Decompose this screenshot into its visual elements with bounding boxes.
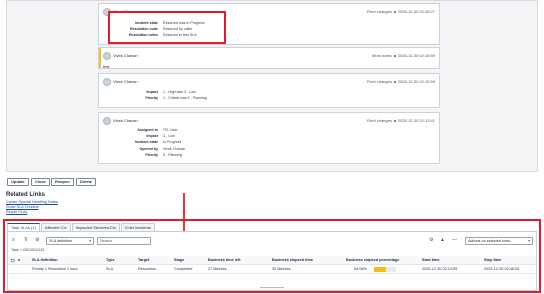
cell-sla-definition[interactable]: Priority 1 Resolution 1 hour <box>32 267 78 271</box>
horizontal-scrollbar[interactable] <box>260 287 284 288</box>
cell-time-left: 27 Minutes <box>208 267 227 271</box>
cell-stage: Completed <box>174 267 193 271</box>
filter-icon[interactable]: ⊽ <box>24 238 28 243</box>
column-header[interactable]: Business time left <box>208 258 241 262</box>
cell-elapsed-time: 32 Minutes <box>272 267 291 271</box>
related-list-tabs: Task SLAs (1) Affected CIs Impacted Serv… <box>7 223 156 231</box>
cell-target: Resolution <box>138 267 156 271</box>
collapse-icon[interactable]: — <box>452 238 457 243</box>
search-field-select[interactable]: SLA definition ▾ <box>46 237 94 245</box>
list-toolbar: ≡ ⊽ ⚙ SLA definition ▾ Search ⚙ ▲ — Actio… <box>8 235 536 246</box>
settings-icon[interactable]: ⚙ <box>35 238 39 243</box>
elapsed-progress-fill <box>374 267 386 272</box>
actions-select[interactable]: Actions on selected rows... ▾ <box>465 237 533 245</box>
select-all-checkbox[interactable]: ☐ <box>11 258 14 263</box>
elapsed-progress-bar <box>374 267 396 272</box>
chevron-down-icon: ▾ <box>89 239 91 243</box>
column-header[interactable]: Business elapsed time <box>272 258 313 262</box>
task-sla-table: ☐ ⌕ SLA definition Type Target Stage Bus… <box>8 256 536 274</box>
chevron-down-icon: ▾ <box>528 239 530 243</box>
column-header[interactable]: Type <box>106 258 115 262</box>
cell-start-time: 2025-12-30 02:13:59 <box>422 267 458 271</box>
column-header[interactable]: SLA definition <box>32 258 58 262</box>
table-header: ☐ ⌕ SLA definition Type Target Stage Bus… <box>8 256 536 265</box>
cell-elapsed-percentage: 54.08% <box>354 267 367 271</box>
chart-icon[interactable]: ▲ <box>440 238 445 243</box>
tab-child-incidents[interactable]: Child Incidents <box>120 223 155 231</box>
search-icon[interactable]: ⌕ <box>18 258 20 262</box>
column-header[interactable]: Stage <box>174 258 184 262</box>
search-input[interactable]: Search <box>97 237 151 245</box>
task-sla-list: ≡ ⊽ ⚙ SLA definition ▾ Search ⚙ ▲ — Actio… <box>7 231 537 291</box>
tab-task-slas[interactable]: Task SLAs (1) <box>7 223 40 231</box>
column-header[interactable]: Business elapsed percentage <box>346 258 399 262</box>
column-header[interactable]: Start time <box>422 258 440 262</box>
cell-type: SLA <box>106 267 114 271</box>
context-icon[interactable]: ⚙ <box>429 238 433 243</box>
tab-impacted-services[interactable]: Impacted Services/CIs <box>71 223 120 231</box>
cell-stop-time: 2025-12-30 02:46:26 <box>484 267 520 271</box>
table-row[interactable]: Priority 1 Resolution 1 hour SLA Resolut… <box>8 265 536 274</box>
column-header[interactable]: Target <box>138 258 149 262</box>
list-menu-icon[interactable]: ≡ <box>12 238 15 243</box>
column-header[interactable]: Stop time <box>484 258 501 262</box>
tab-affected-cis[interactable]: Affected CIs <box>40 223 71 231</box>
breadcrumb[interactable]: Task = INC0010113 <box>11 248 44 252</box>
